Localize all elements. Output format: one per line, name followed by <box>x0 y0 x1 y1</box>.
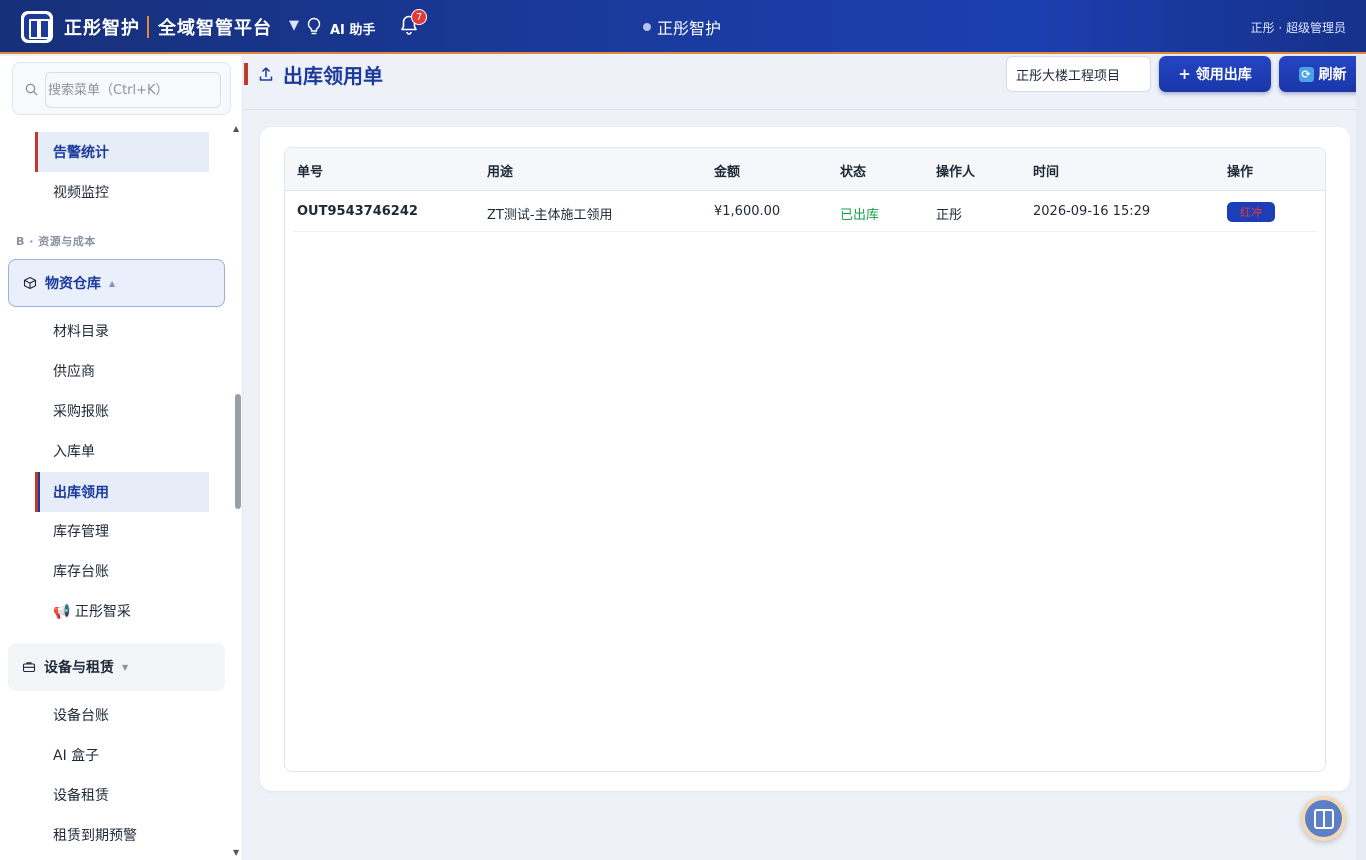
refresh-label: 刷新 <box>1318 67 1347 83</box>
reverse-button[interactable]: 红冲 <box>1227 202 1275 222</box>
caret-up-icon: ▲ <box>109 278 116 288</box>
content-card: 单号 用途 金额 状态 操作人 时间 操作 OUT9543746242 ZT测试… <box>260 127 1350 791</box>
col-header-purpose: 用途 <box>487 165 514 180</box>
col-header-time: 时间 <box>1033 165 1060 180</box>
sidebar-item-equipment-ledger[interactable]: 设备台账 <box>35 695 209 735</box>
sidebar-item-inventory[interactable]: 库存管理 <box>35 511 209 551</box>
sidebar-item-ai-box[interactable]: AI 盒子 <box>35 735 209 775</box>
sidebar-group-equipment[interactable]: 设备与租赁 ▼ <box>8 643 225 691</box>
page-scroll-track <box>1356 56 1366 860</box>
notification-badge: 7 <box>411 9 427 25</box>
refresh-button[interactable]: ⟳ 刷新 <box>1279 56 1366 92</box>
cell-operator: 正彤 <box>936 208 963 223</box>
sidebar-group-label: 设备与租赁 <box>44 660 114 676</box>
cell-amount: ¥1,600.00 <box>714 204 781 219</box>
ai-assistant-button[interactable]: AI 助手 <box>330 19 375 38</box>
assistant-logo-icon <box>1305 800 1342 837</box>
caret-down-icon: ▼ <box>122 662 129 672</box>
col-header-operator: 操作人 <box>936 165 976 180</box>
sidebar-item-supplier[interactable]: 供应商 <box>35 351 209 391</box>
sidebar-item-alarm-stats[interactable]: 告警统计 <box>35 132 209 172</box>
brand-name: 正彤智护 <box>64 18 140 39</box>
header-center-title: 正彤智护 <box>657 19 722 38</box>
cell-status: 已出库 <box>840 208 880 223</box>
scroll-up-arrow-icon[interactable]: ▲ <box>233 124 239 133</box>
platform-name: 全域智管平台 <box>158 18 272 39</box>
toolbox-icon <box>22 662 36 673</box>
sidebar-item-purchase-reimburse[interactable]: 采购报账 <box>35 391 209 431</box>
project-select[interactable]: 正彤大楼工程项目 <box>1006 56 1151 92</box>
top-header: 正彤智护 全域智管平台 ▼ AI 助手 7 正彤智护 正彤 · 超级管理员 <box>0 0 1366 54</box>
plus-icon: + <box>1178 65 1191 83</box>
lightbulb-icon[interactable] <box>306 17 322 37</box>
app-logo[interactable] <box>21 11 53 43</box>
sidebar-item-smart-procurement[interactable]: 📢 正彤智采 <box>35 591 209 631</box>
menu-search-box <box>12 62 231 115</box>
sidebar-item-inbound[interactable]: 入库单 <box>35 431 209 471</box>
platform-dropdown-icon[interactable]: ▼ <box>289 18 299 33</box>
menu-search-input[interactable] <box>45 72 221 108</box>
logo-mark-icon <box>1313 808 1334 829</box>
sidebar-item-equipment-lease[interactable]: 设备租赁 <box>35 775 209 815</box>
outbound-table: 单号 用途 金额 状态 操作人 时间 操作 OUT9543746242 ZT测试… <box>284 147 1326 772</box>
refresh-icon: ⟳ <box>1298 66 1314 82</box>
col-header-status: 状态 <box>840 165 867 180</box>
sidebar-item-inventory-ledger[interactable]: 库存台账 <box>35 551 209 591</box>
brand-divider <box>147 16 149 38</box>
col-header-action: 操作 <box>1227 165 1254 180</box>
table-header: 单号 用途 金额 状态 操作人 时间 操作 <box>285 148 1325 191</box>
page-title: 出库领用单 <box>283 64 383 88</box>
sidebar-item-material-catalog[interactable]: 材料目录 <box>35 311 209 351</box>
title-accent-bar <box>244 63 248 85</box>
cell-purpose: ZT测试-主体施工领用 <box>487 208 613 223</box>
status-dot-icon <box>643 23 651 31</box>
search-icon <box>25 83 38 96</box>
logo-mark-icon <box>24 14 50 40</box>
sidebar-item-outbound[interactable]: 出库领用 <box>35 472 209 512</box>
cube-icon <box>23 276 37 290</box>
sidebar-item-video-monitor[interactable]: 视频监控 <box>35 172 209 212</box>
cell-id: OUT9543746242 <box>297 204 418 219</box>
sidebar: ▲ ▼ 告警统计 视频监控 B · 资源与成本 物资仓库 ▲ 材料目录 供应商 … <box>0 56 243 860</box>
table-row[interactable]: OUT9543746242 ZT测试-主体施工领用 ¥1,600.00 已出库 … <box>293 191 1317 232</box>
col-header-amount: 金额 <box>714 165 741 180</box>
sidebar-section-label: B · 资源与成本 <box>16 235 96 248</box>
sidebar-group-warehouse[interactable]: 物资仓库 ▲ <box>8 259 225 307</box>
scroll-down-arrow-icon[interactable]: ▼ <box>233 848 239 857</box>
sidebar-item-lease-expiry-alert[interactable]: 租赁到期预警 <box>35 815 209 855</box>
floating-assistant-button[interactable] <box>1301 796 1346 841</box>
sidebar-group-label: 物资仓库 <box>45 276 101 292</box>
user-menu[interactable]: 正彤 · 超级管理员 <box>1251 19 1346 36</box>
cell-time: 2026-09-16 15:29 <box>1033 204 1151 219</box>
add-outbound-label: 领用出库 <box>1195 67 1252 83</box>
upload-icon <box>259 67 273 81</box>
add-outbound-button[interactable]: + 领用出库 <box>1159 56 1271 92</box>
sidebar-scrollbar-thumb[interactable] <box>235 394 241 509</box>
col-header-id: 单号 <box>297 165 324 180</box>
